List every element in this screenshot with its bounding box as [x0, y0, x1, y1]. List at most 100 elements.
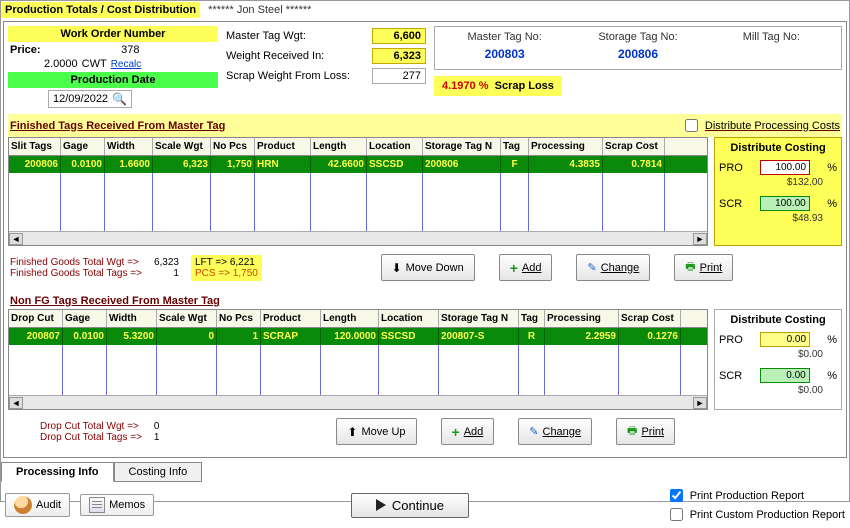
finished-hscroll[interactable]: ◄ ►	[9, 231, 707, 245]
col-width[interactable]: Width	[105, 138, 153, 155]
scrap-loss-label: Scrap Loss	[495, 80, 554, 92]
titlebar-right: ****** Jon Steel ******	[200, 2, 319, 18]
btn-label: Add	[522, 262, 542, 274]
finished-grid-header: Slit Tags Gage Width Scale Wgt No Pcs Pr…	[9, 138, 707, 156]
drop-tags: 1	[154, 432, 160, 443]
nonfg-button-row: ⬆Move Up +Add ✎Change 🖶Print	[171, 414, 840, 449]
cell: 5.3200	[107, 328, 157, 345]
cell: 42.6600	[311, 156, 367, 173]
cell: 1,750	[211, 156, 255, 173]
dist-pro-input[interactable]: 100.00	[760, 160, 810, 175]
col-scrap-cost[interactable]: Scrap Cost	[619, 310, 681, 327]
dist-pro-input[interactable]: 0.00	[760, 332, 810, 347]
cell: SSCSD	[379, 328, 439, 345]
prod-date-label: Production Date	[8, 72, 218, 88]
col-no-pcs[interactable]: No Pcs	[217, 310, 261, 327]
nonfg-section-header: Non FG Tags Received From Master Tag	[8, 293, 842, 309]
distribute-costs-checkbox[interactable]	[685, 119, 698, 132]
cell: SCRAP	[261, 328, 321, 345]
nonfg-grid-header: Drop Cut Gage Width Scale Wgt No Pcs Pro…	[9, 310, 707, 328]
col-no-pcs[interactable]: No Pcs	[211, 138, 255, 155]
scroll-right-icon[interactable]: ►	[693, 233, 707, 245]
scroll-left-icon[interactable]: ◄	[9, 233, 23, 245]
distribute-costing-top: Distribute Costing PRO 100.00 % $132.00 …	[714, 137, 842, 246]
change-button[interactable]: ✎ Change	[576, 254, 650, 281]
print-button[interactable]: 🖶Print	[674, 254, 733, 281]
cell: 0.1276	[619, 328, 681, 345]
dist-scr-input[interactable]: 0.00	[760, 368, 810, 383]
finished-grid-row[interactable]: 200806 0.0100 1.6600 6,323 1,750 HRN 42.…	[9, 156, 707, 173]
add-button[interactable]: +Add	[499, 254, 553, 281]
col-length[interactable]: Length	[321, 310, 379, 327]
distribute-costs-check-wrap: Distribute Processing Costs	[681, 116, 840, 135]
printer-icon: 🖶	[627, 422, 637, 441]
scroll-left-icon[interactable]: ◄	[9, 397, 23, 409]
col-storage-tag[interactable]: Storage Tag N	[439, 310, 519, 327]
col-product[interactable]: Product	[261, 310, 321, 327]
print-prod-checkbox[interactable]	[670, 489, 683, 502]
print-custom-report-check[interactable]: Print Custom Production Report	[666, 505, 845, 524]
print-button[interactable]: 🖶Print	[616, 418, 675, 445]
nonfg-grid-wrap: Drop Cut Gage Width Scale Wgt No Pcs Pro…	[8, 309, 842, 410]
change-button[interactable]: ✎Change	[518, 418, 592, 445]
tab-processing-info[interactable]: Processing Info	[1, 462, 114, 482]
footer: Audit Memos Continue Print Production Re…	[1, 482, 849, 528]
add-button[interactable]: +Add	[441, 418, 495, 445]
col-scale-wgt[interactable]: Scale Wgt	[153, 138, 211, 155]
btn-label: Change	[601, 262, 640, 274]
nonfg-hscroll[interactable]: ◄ ►	[9, 395, 707, 409]
wo-price-row: Price: 378	[8, 42, 218, 58]
col-storage-tag[interactable]: Storage Tag N	[423, 138, 501, 155]
dist-pro-amt: $0.00	[719, 349, 837, 360]
price-unit: CWT	[82, 58, 107, 70]
finished-grid[interactable]: Slit Tags Gage Width Scale Wgt No Pcs Pr…	[8, 137, 708, 246]
wo-number: 378	[45, 44, 216, 56]
move-down-button[interactable]: ⬇Move Down	[381, 254, 475, 281]
dist-title: Distribute Costing	[719, 142, 837, 154]
wo-price-row2: 2.0000 CWT Recalc	[8, 58, 218, 72]
col-scrap-cost[interactable]: Scrap Cost	[603, 138, 665, 155]
btn-label: Audit	[36, 499, 61, 511]
prod-date-input[interactable]: 12/09/2022 🔍	[48, 90, 132, 108]
memos-button[interactable]: Memos	[80, 494, 154, 516]
nonfg-grid-row[interactable]: 200807 0.0100 5.3200 0 1 SCRAP 120.0000 …	[9, 328, 707, 345]
print-custom-checkbox[interactable]	[670, 508, 683, 521]
col-gage[interactable]: Gage	[61, 138, 105, 155]
col-tag[interactable]: Tag	[501, 138, 529, 155]
col-processing[interactable]: Processing	[545, 310, 619, 327]
scroll-right-icon[interactable]: ►	[693, 397, 707, 409]
col-processing[interactable]: Processing	[529, 138, 603, 155]
search-icon[interactable]: 🔍	[112, 92, 127, 106]
col-drop-cut[interactable]: Drop Cut	[9, 310, 63, 327]
col-scale-wgt[interactable]: Scale Wgt	[157, 310, 217, 327]
btn-label: Add	[464, 426, 484, 438]
finished-totals-row: Finished Goods Total Wgt => Finished Goo…	[8, 246, 842, 289]
continue-button[interactable]: Continue	[351, 493, 469, 518]
storage-tagno-value: 200806	[576, 47, 699, 61]
pencil-icon: ✎	[587, 261, 596, 274]
print-prod-report-check[interactable]: Print Production Report	[666, 486, 845, 505]
move-up-button[interactable]: ⬆Move Up	[336, 418, 416, 445]
fin-total-tags-label: Finished Goods Total Tags =>	[10, 268, 142, 279]
lft-val: 6,221	[230, 257, 255, 268]
tab-costing-info[interactable]: Costing Info	[114, 462, 203, 482]
tabs: Processing Info Costing Info	[1, 462, 849, 482]
dist-scr-input[interactable]: 100.00	[760, 196, 810, 211]
audit-button[interactable]: Audit	[5, 493, 70, 517]
weight-box: Master Tag Wgt:6,600 Weight Received In:…	[226, 26, 426, 110]
col-location[interactable]: Location	[379, 310, 439, 327]
pcs-label: PCS =>	[195, 268, 230, 279]
col-gage[interactable]: Gage	[63, 310, 107, 327]
label: Print Production Report	[690, 490, 804, 502]
col-location[interactable]: Location	[367, 138, 423, 155]
cell: 4.3835	[529, 156, 603, 173]
col-slit-tags[interactable]: Slit Tags	[9, 138, 61, 155]
recalc-link[interactable]: Recalc	[111, 59, 142, 70]
col-product[interactable]: Product	[255, 138, 311, 155]
mill-tagno-label: Mill Tag No:	[710, 31, 833, 43]
col-length[interactable]: Length	[311, 138, 367, 155]
col-tag[interactable]: Tag	[519, 310, 545, 327]
dist-pro-label: PRO	[719, 334, 743, 346]
col-width[interactable]: Width	[107, 310, 157, 327]
nonfg-grid[interactable]: Drop Cut Gage Width Scale Wgt No Pcs Pro…	[8, 309, 708, 410]
